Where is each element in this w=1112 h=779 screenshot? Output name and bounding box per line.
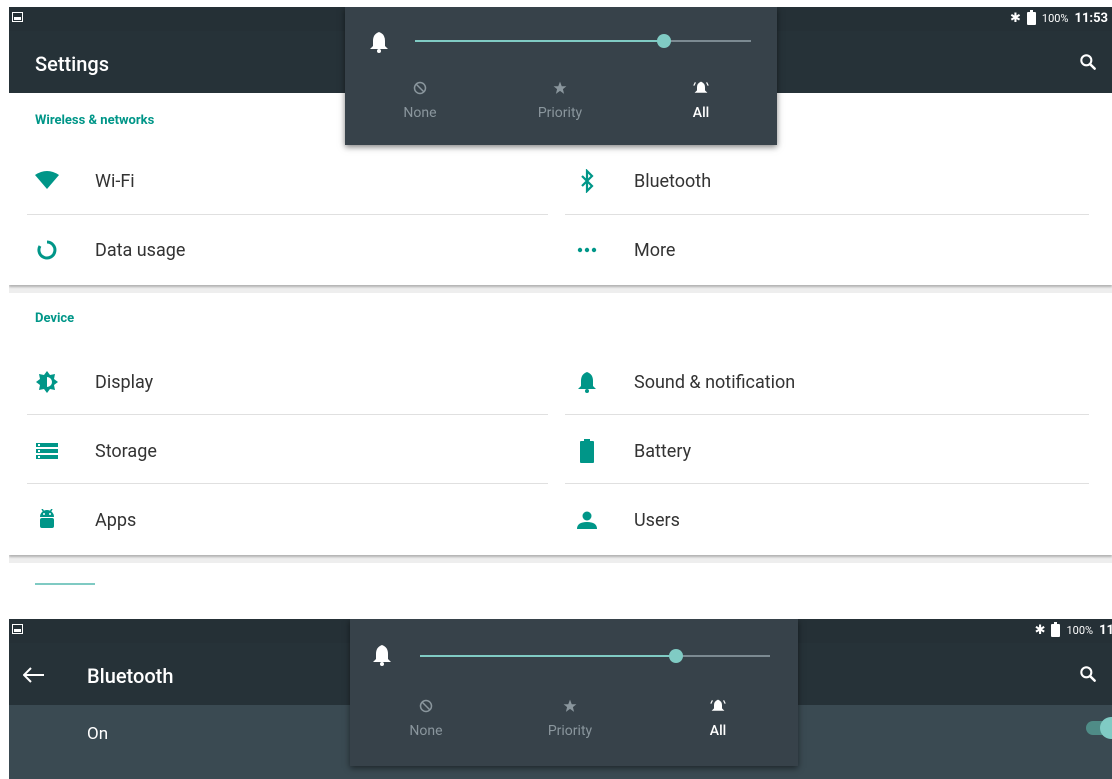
divider <box>565 483 1089 484</box>
cut-off-section-header <box>35 583 95 585</box>
volume-popup: None Priority All <box>350 619 798 766</box>
wifi-icon <box>35 169 59 193</box>
search-icon[interactable] <box>1078 664 1098 684</box>
bluetooth-screenshot: ✱ 100% 11 Bluetooth On None Priority All <box>9 619 1112 779</box>
star-icon <box>563 699 577 712</box>
settings-item-label: Storage <box>95 441 157 462</box>
android-icon <box>35 508 59 532</box>
section-header-device: Device <box>35 311 75 326</box>
settings-item-label: Bluetooth <box>634 171 712 192</box>
bell-icon <box>373 645 391 666</box>
divider <box>565 414 1089 415</box>
volume-slider-fill <box>415 40 664 42</box>
battery-percent: 100% <box>1041 12 1069 25</box>
switch-status-label: On <box>87 724 109 744</box>
settings-item-battery[interactable]: Battery <box>565 417 1089 486</box>
settings-item-apps[interactable]: Apps <box>27 486 549 555</box>
data-usage-icon <box>35 238 59 262</box>
volume-slider-thumb[interactable] <box>668 649 683 663</box>
volume-slider[interactable] <box>420 649 770 663</box>
settings-item-label: Sound & notification <box>634 372 796 393</box>
clock: 11:53 <box>1074 11 1109 26</box>
divider <box>565 214 1089 215</box>
bluetooth-status-icon: ✱ <box>1034 622 1046 638</box>
page-title: Bluetooth <box>87 664 174 688</box>
divider <box>27 483 548 484</box>
bluetooth-toggle[interactable] <box>1086 717 1112 739</box>
mode-label: Priority <box>537 105 583 121</box>
gallery-notification-icon <box>12 624 23 634</box>
settings-screenshot: ✱ 100% 11:53 Settings Wireless & network… <box>9 7 1112 585</box>
next-section-card <box>9 563 1112 585</box>
star-icon <box>553 81 567 94</box>
more-dots-icon <box>575 238 599 262</box>
mode-label: All <box>692 105 710 121</box>
volume-popup: None Priority All <box>345 7 777 145</box>
battery-status-icon <box>1051 622 1061 637</box>
mode-priority[interactable]: Priority <box>520 697 620 739</box>
mode-label: Priority <box>547 723 593 739</box>
clock: 11 <box>1099 623 1112 638</box>
bluetooth-status-icon: ✱ <box>1009 10 1021 26</box>
bell-ringing-icon <box>693 81 709 93</box>
settings-item-label: Data usage <box>95 240 186 261</box>
settings-item-label: Apps <box>95 510 137 531</box>
settings-item-bluetooth[interactable]: Bluetooth <box>565 147 1089 216</box>
settings-item-data-usage[interactable]: Data usage <box>27 216 549 285</box>
settings-item-label: Display <box>95 372 154 393</box>
mode-label: None <box>409 723 443 739</box>
battery-percent: 100% <box>1066 624 1094 637</box>
gallery-notification-icon <box>12 12 23 22</box>
divider <box>27 214 548 215</box>
section-header-wireless: Wireless & networks <box>35 113 155 128</box>
settings-item-users[interactable]: Users <box>565 486 1089 555</box>
volume-slider[interactable] <box>415 34 751 48</box>
no-interruptions-icon <box>413 81 427 95</box>
settings-item-label: Battery <box>634 441 692 462</box>
mode-none[interactable]: None <box>370 79 470 121</box>
settings-list: Wireless & networks Wi-Fi Bluetooth Data… <box>9 93 1112 585</box>
settings-item-sound[interactable]: Sound & notification <box>565 348 1089 417</box>
battery-status-icon <box>1026 10 1036 25</box>
settings-item-storage[interactable]: Storage <box>27 417 549 486</box>
bell-ringing-icon <box>710 699 726 711</box>
mode-all[interactable]: All <box>651 79 751 121</box>
search-icon[interactable] <box>1078 52 1098 72</box>
bluetooth-icon <box>575 169 599 193</box>
volume-slider-fill <box>420 655 676 657</box>
mode-all[interactable]: All <box>668 697 768 739</box>
settings-item-label: Users <box>634 510 680 531</box>
mode-label: None <box>403 105 437 121</box>
settings-item-label: Wi-Fi <box>95 171 135 192</box>
bell-icon <box>575 370 599 394</box>
page-title: Settings <box>35 52 110 76</box>
settings-item-label: More <box>634 240 676 261</box>
storage-icon <box>35 439 59 463</box>
brightness-icon <box>35 370 59 394</box>
device-card: Device Display Sound & notification Stor… <box>9 293 1112 555</box>
bell-icon <box>370 32 388 53</box>
divider <box>27 414 548 415</box>
settings-item-wifi[interactable]: Wi-Fi <box>27 147 549 216</box>
mode-label: All <box>709 723 727 739</box>
settings-item-more[interactable]: More <box>565 216 1089 285</box>
mode-priority[interactable]: Priority <box>510 79 610 121</box>
volume-slider-thumb[interactable] <box>656 34 671 48</box>
mode-none[interactable]: None <box>376 697 476 739</box>
no-interruptions-icon <box>419 699 433 713</box>
settings-item-display[interactable]: Display <box>27 348 549 417</box>
battery-icon <box>575 439 599 463</box>
back-arrow-icon[interactable] <box>23 667 45 683</box>
person-icon <box>575 508 599 532</box>
